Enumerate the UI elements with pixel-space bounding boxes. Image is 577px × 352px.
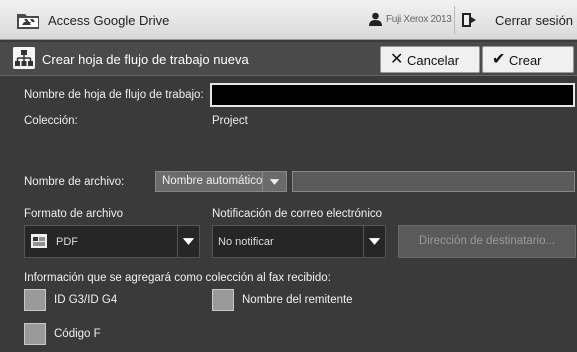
logout-button[interactable]: Cerrar sesión [458,4,576,36]
recipient-address-button[interactable]: Dirección de destinatario... [398,225,576,258]
fax-info-label: Información que se agregará como colecci… [24,272,331,284]
logout-icon [462,13,476,27]
format-label: Formato de archivo [24,208,124,220]
filename-label: Nombre de archivo: [24,176,125,188]
chevron-down-icon [363,226,381,257]
google-drive-folder-icon [17,14,39,29]
collection-value: Project [212,115,248,127]
x-icon: ✕ [390,51,404,68]
create-button[interactable]: ✔ Crear [482,46,574,73]
app-title: Access Google Drive [48,13,170,28]
logout-label: Cerrar sesión [495,13,574,28]
pdf-document-icon [31,234,47,248]
cancel-label: Cancelar [407,53,460,68]
top-bar: Access Google Drive Fuji Xerox 2013 Cerr… [0,0,577,40]
sheet-name-label: Nombre de hoja de flujo de trabajo: [24,89,204,101]
user-name: Fuji Xerox 2013 [386,14,452,25]
topbar-divider [454,6,455,34]
format-dropdown[interactable]: PDF [24,225,200,258]
workflow-icon [13,47,35,69]
checkbox-box[interactable] [24,289,46,311]
checkbox-box[interactable] [24,323,46,345]
notify-dropdown[interactable]: No notificar [212,225,386,258]
chevron-down-icon [262,172,280,191]
collection-label: Colección: [24,115,78,127]
checkbox-box[interactable] [212,289,234,311]
checkbox-label: Código F [54,328,101,340]
chevron-down-icon [177,226,195,257]
action-bar: Crear hoja de flujo de trabajo nueva ✕ C… [0,42,577,76]
filename-mode-value: Nombre automático [162,175,263,187]
check-icon: ✔ [492,51,506,68]
format-value: PDF [56,236,78,248]
form-area: Nombre de hoja de flujo de trabajo: Cole… [0,77,577,352]
create-label: Crear [509,53,542,68]
cancel-button[interactable]: ✕ Cancelar [380,46,480,73]
checkbox-label: ID G3/ID G4 [54,294,118,306]
filename-input[interactable] [292,171,575,192]
sheet-name-input[interactable] [210,83,575,107]
page-title: Crear hoja de flujo de trabajo nueva [42,52,249,67]
checkbox-label: Nombre del remitente [242,294,353,306]
notify-value: No notificar [218,236,274,248]
user-icon [369,12,382,26]
filename-mode-select[interactable]: Nombre automático [155,171,287,192]
notify-label: Notificación de correo electrónico [212,208,383,220]
